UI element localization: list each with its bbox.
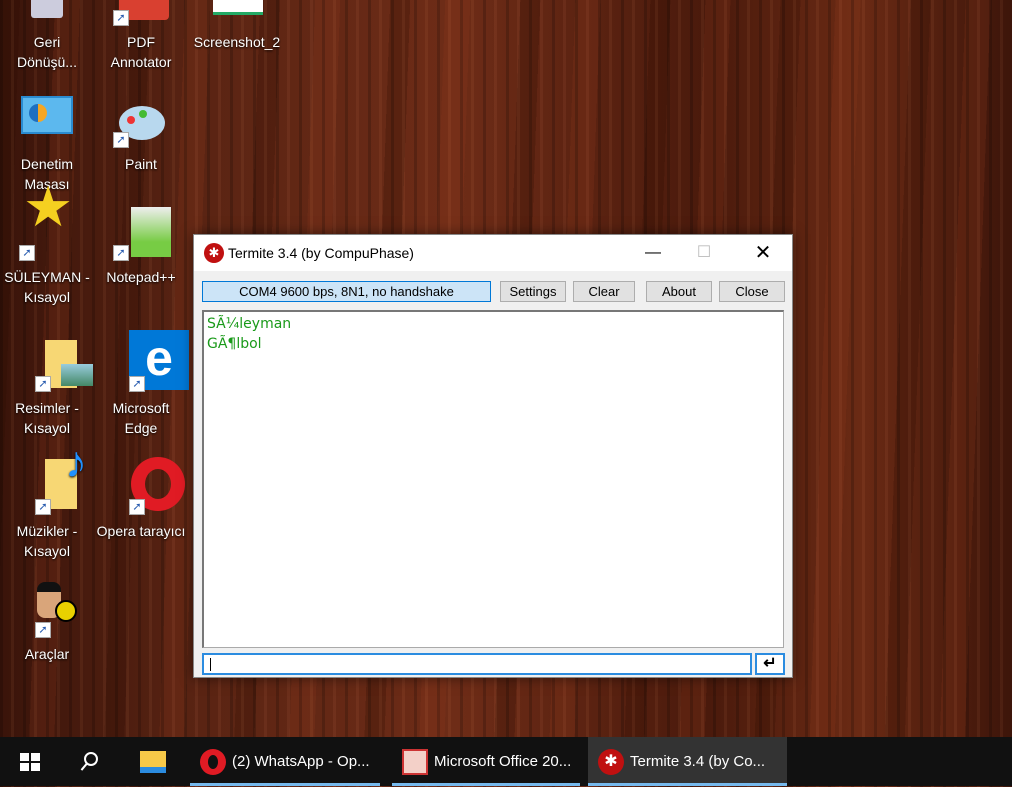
termite-window: ✱ Termite 3.4 (by CompuPhase) — ☐ ✕ COM4…	[193, 234, 793, 678]
taskbar: (2) WhatsApp - Op... Microsoft Office 20…	[0, 737, 1012, 786]
music-folder-icon: ♪ ➚	[19, 441, 87, 515]
desktop-icon-notepad-plus-plus[interactable]: ➚ Notepad++	[96, 205, 186, 287]
desktop-icon-recycle-bin[interactable]: Geri Dönüşü...	[2, 0, 92, 72]
desktop-icon-opera[interactable]: ➚ Opera tarayıcı	[96, 457, 186, 541]
text-caret	[210, 658, 211, 671]
edge-icon: e ➚	[113, 330, 189, 392]
windows-logo-icon	[20, 753, 40, 771]
pdf-annotator-icon: ➚	[113, 0, 169, 26]
paint-icon: ➚	[113, 92, 169, 148]
file-explorer-button[interactable]	[120, 737, 185, 786]
recycle-bin-icon	[19, 0, 75, 26]
desktop-icon-pictures[interactable]: ➚ Resimler - Kısayol	[2, 336, 93, 438]
window-title: Termite 3.4 (by CompuPhase)	[228, 245, 414, 261]
start-button[interactable]	[0, 737, 60, 786]
search-button[interactable]	[60, 737, 120, 786]
send-enter-button[interactable]: ↵	[755, 653, 785, 675]
opera-icon: ➚	[113, 457, 185, 515]
taskbar-item-termite[interactable]: ✱ Termite 3.4 (by Co...	[588, 737, 787, 786]
enter-icon: ↵	[763, 655, 777, 672]
folder-icon	[140, 751, 166, 773]
terminal-line: SÃ¼leyman	[207, 316, 292, 332]
port-status-button[interactable]: COM4 9600 bps, 8N1, no handshake	[202, 281, 491, 302]
desktop-icon-screenshot[interactable]: Screenshot_2	[192, 0, 282, 52]
control-panel-icon	[19, 92, 75, 148]
desktop-icon-music[interactable]: ♪ ➚ Müzikler - Kısayol	[2, 441, 92, 561]
clear-button[interactable]: Clear	[573, 281, 635, 302]
notepad-plus-plus-icon: ➚	[113, 205, 171, 261]
title-bar[interactable]: ✱ Termite 3.4 (by CompuPhase) — ☐ ✕	[194, 235, 792, 271]
minimize-button[interactable]: —	[630, 235, 676, 271]
close-button[interactable]: Close	[719, 281, 785, 302]
desktop-icon-suleyman[interactable]: ★ ➚ SÜLEYMAN - Kısayol	[2, 179, 92, 307]
terminal-output[interactable]: SÃ¼leyman GÃ¶lbol	[202, 310, 784, 648]
image-file-icon	[209, 0, 265, 26]
desktop-icon-pdf-annotator[interactable]: ➚ PDF Annotator	[96, 0, 186, 72]
send-input[interactable]	[202, 653, 752, 675]
termite-ant-icon: ✱	[204, 243, 224, 263]
pictures-folder-icon: ➚	[19, 336, 93, 392]
maximize-button[interactable]: ☐	[681, 235, 727, 271]
taskbar-item-microsoft-office[interactable]: Microsoft Office 20...	[392, 737, 580, 786]
taskbar-item-whatsapp-opera[interactable]: (2) WhatsApp - Op...	[190, 737, 380, 786]
desktop-icon-edge[interactable]: e ➚ Microsoft Edge	[96, 330, 189, 438]
settings-button[interactable]: Settings	[500, 281, 566, 302]
desktop-icon-araclar[interactable]: ➚ Araçlar	[2, 582, 92, 664]
termite-ant-icon: ✱	[598, 749, 624, 775]
about-button[interactable]: About	[646, 281, 712, 302]
close-window-button[interactable]: ✕	[740, 235, 786, 271]
desktop-icon-paint[interactable]: ➚ Paint	[96, 92, 186, 174]
terminal-line: GÃ¶lbol	[207, 336, 262, 352]
office-icon	[402, 749, 428, 775]
opera-icon	[200, 749, 226, 775]
users-key-icon: ➚	[19, 582, 77, 638]
star-icon: ★ ➚	[19, 179, 75, 261]
